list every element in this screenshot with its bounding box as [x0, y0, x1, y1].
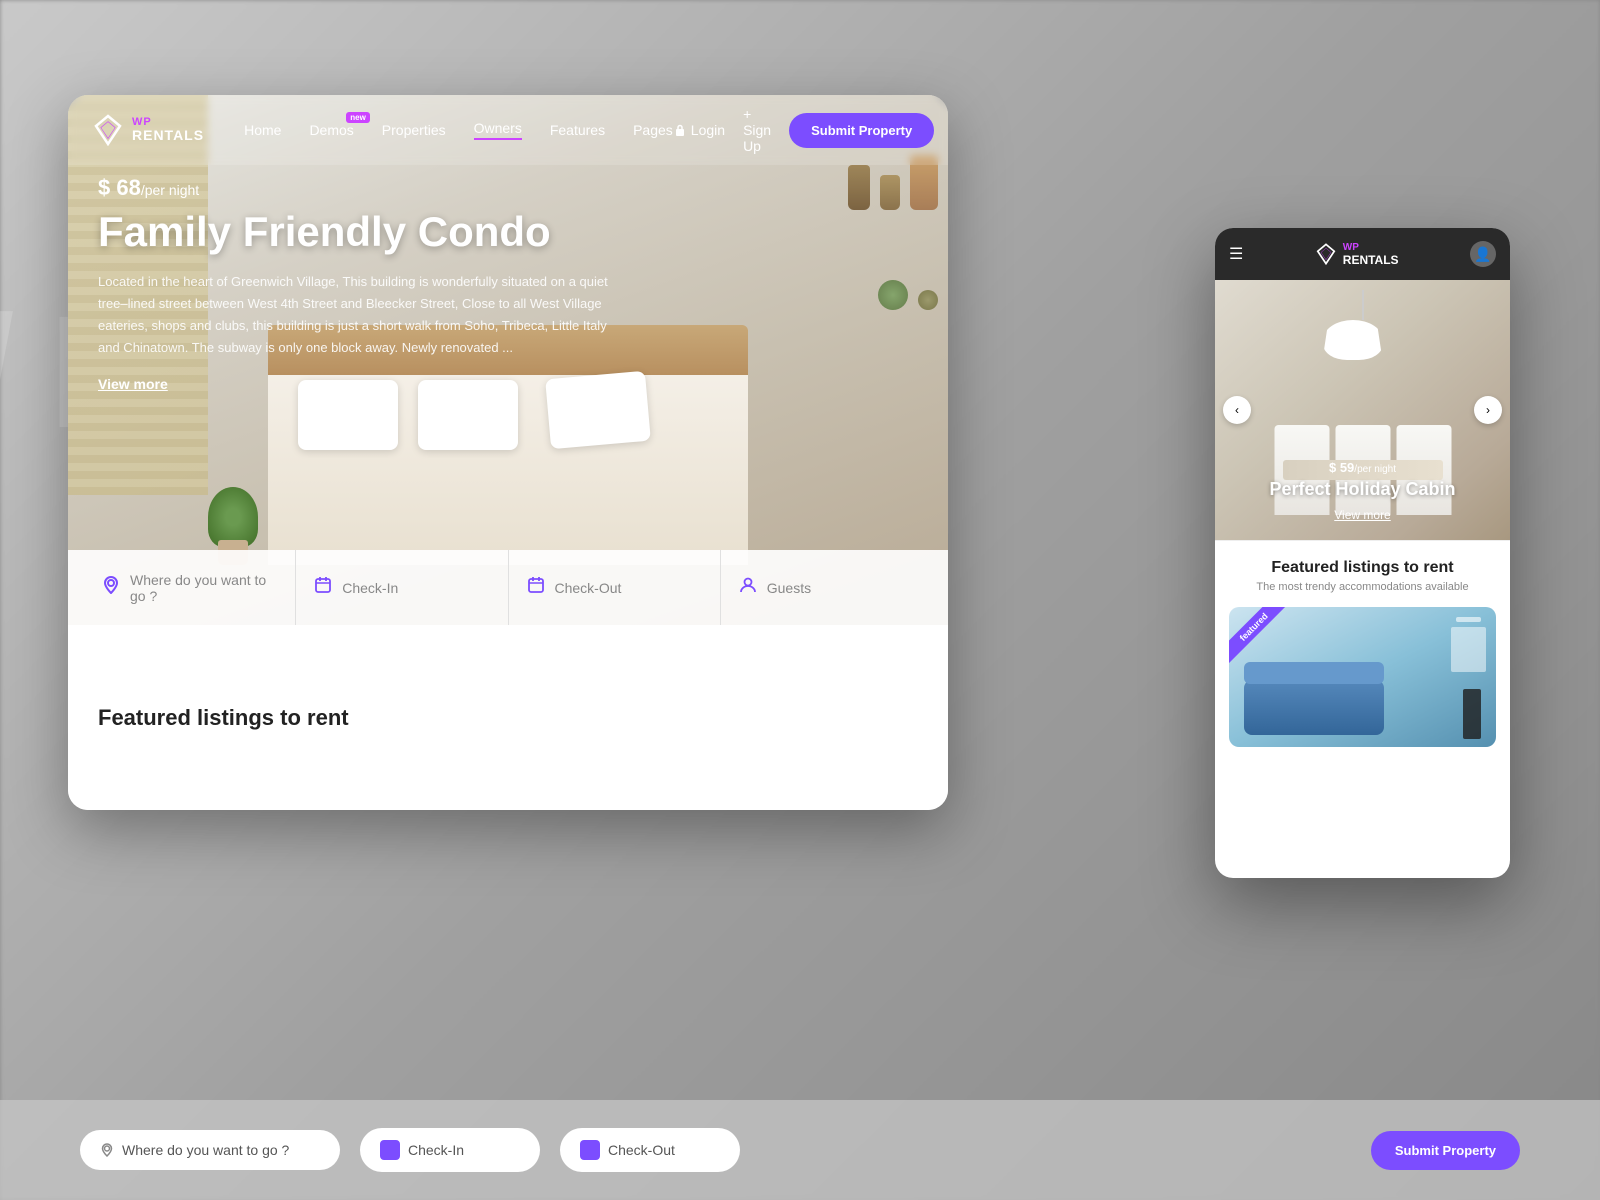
nav-links: Home Demos new Properties Owners Feature… — [244, 120, 673, 140]
nav-features[interactable]: Features — [550, 122, 605, 138]
lock-icon — [673, 123, 687, 137]
location-field[interactable]: Where do you want to go ? — [84, 550, 296, 625]
nav-home[interactable]: Home — [244, 122, 281, 138]
nav-properties[interactable]: Properties — [382, 122, 446, 138]
hero-description: Located in the heart of Greenwich Villag… — [98, 271, 618, 359]
mobile-hero-content: $ 59/per night Perfect Holiday Cabin Vie… — [1215, 460, 1510, 524]
plant-ball-2 — [918, 290, 938, 310]
logo-text: WP RENTALS — [132, 116, 204, 143]
nav-pages[interactable]: Pages — [633, 122, 673, 138]
nav-actions: Login + Sign Up Submit Property — [673, 106, 934, 154]
checkin-field[interactable]: Check-In — [296, 550, 508, 625]
mobile-featured-section: Featured listings to rent The most trend… — [1215, 540, 1510, 759]
hero-content: $ 68/per night Family Friendly Condo Loc… — [98, 175, 618, 394]
lamp-stand — [1463, 689, 1481, 739]
checkout-field[interactable]: Check-Out — [509, 550, 721, 625]
price-amount: $ 68 — [98, 175, 141, 200]
price-display: $ 68/per night — [98, 175, 618, 201]
mobile-logo: WP RENTALS — [1315, 242, 1399, 267]
guests-icon — [739, 576, 757, 599]
vase — [880, 175, 900, 210]
login-link[interactable]: Login — [673, 122, 725, 138]
plant-leaves — [208, 487, 258, 547]
signup-link[interactable]: + Sign Up — [743, 106, 771, 154]
thumbnail-bg — [1229, 607, 1496, 747]
hero-title: Family Friendly Condo — [98, 209, 618, 255]
mobile-logo-diamond-icon — [1315, 243, 1337, 265]
hamburger-icon[interactable]: ☰ — [1229, 244, 1243, 264]
sofa — [1244, 680, 1384, 735]
bottom-location-placeholder: Where do you want to go ? — [122, 1142, 289, 1158]
search-bar: Where do you want to go ? Check-In Check… — [68, 550, 948, 625]
mobile-property-thumbnail[interactable]: featured — [1229, 607, 1496, 747]
bottom-location-field[interactable]: Where do you want to go ? — [80, 1130, 340, 1170]
bottom-location-icon — [100, 1143, 114, 1157]
bed — [268, 365, 748, 565]
location-placeholder: Where do you want to go ? — [130, 572, 277, 604]
vase — [848, 165, 870, 210]
price-unit: /per night — [141, 182, 199, 198]
navigation: WP RENTALS Home Demos new Properties Own… — [68, 95, 948, 165]
mobile-hero: ‹ › $ 59/per night Perfect Holiday Cabin… — [1215, 280, 1510, 540]
bottom-checkout-field[interactable]: Check-Out — [560, 1128, 740, 1172]
plant-ball — [878, 280, 908, 310]
picture-frame — [1456, 617, 1481, 622]
carousel-prev-button[interactable]: ‹ — [1223, 396, 1251, 424]
sofa-back — [1244, 662, 1384, 684]
mobile-price: $ 59/per night — [1215, 460, 1510, 475]
logo: WP RENTALS — [92, 114, 204, 146]
bottom-submit-button[interactable]: Submit Property — [1371, 1131, 1520, 1170]
mobile-logo-text: WP RENTALS — [1343, 242, 1399, 267]
mobile-card: ☰ WP RENTALS 👤 — [1215, 228, 1510, 878]
desktop-card: WP RENTALS Home Demos new Properties Own… — [68, 95, 948, 810]
mobile-featured-subtitle: The most trendy accommodations available — [1229, 581, 1496, 593]
bottom-checkin-icon — [380, 1140, 400, 1160]
demos-badge: new — [346, 112, 370, 123]
location-icon — [102, 576, 120, 599]
checkout-label: Check-Out — [555, 580, 622, 596]
mobile-property-title: Perfect Holiday Cabin — [1215, 479, 1510, 500]
hero-section: WP RENTALS Home Demos new Properties Own… — [68, 95, 948, 625]
white-section: Featured listings to rent — [68, 625, 948, 810]
nav-owners[interactable]: Owners — [474, 120, 522, 140]
checkin-label: Check-In — [342, 580, 398, 596]
carousel-next-button[interactable]: › — [1474, 396, 1502, 424]
picture-frame-2 — [1451, 627, 1486, 672]
mobile-featured-title: Featured listings to rent — [1229, 559, 1496, 577]
nav-demos[interactable]: Demos new — [309, 122, 353, 138]
logo-rentals: RENTALS — [132, 128, 204, 143]
guests-label: Guests — [767, 580, 811, 596]
bottom-bar: Where do you want to go ? Check-In Check… — [0, 1100, 1600, 1200]
logo-diamond-icon — [92, 114, 124, 146]
mobile-navigation: ☰ WP RENTALS 👤 — [1215, 228, 1510, 280]
mobile-view-more-link[interactable]: View more — [1334, 508, 1390, 522]
bottom-checkout-icon — [580, 1140, 600, 1160]
mobile-lamp — [1338, 290, 1388, 370]
bottom-checkout-label: Check-Out — [608, 1142, 675, 1158]
checkout-icon — [527, 576, 545, 599]
featured-listings-title: Featured listings to rent — [98, 705, 349, 731]
bottom-checkin-field[interactable]: Check-In — [360, 1128, 540, 1172]
submit-property-button[interactable]: Submit Property — [789, 113, 934, 148]
mobile-user-avatar[interactable]: 👤 — [1470, 241, 1496, 267]
guests-field[interactable]: Guests — [721, 550, 932, 625]
checkin-icon — [314, 576, 332, 599]
view-more-link[interactable]: View more — [98, 376, 168, 392]
bottom-checkin-label: Check-In — [408, 1142, 464, 1158]
